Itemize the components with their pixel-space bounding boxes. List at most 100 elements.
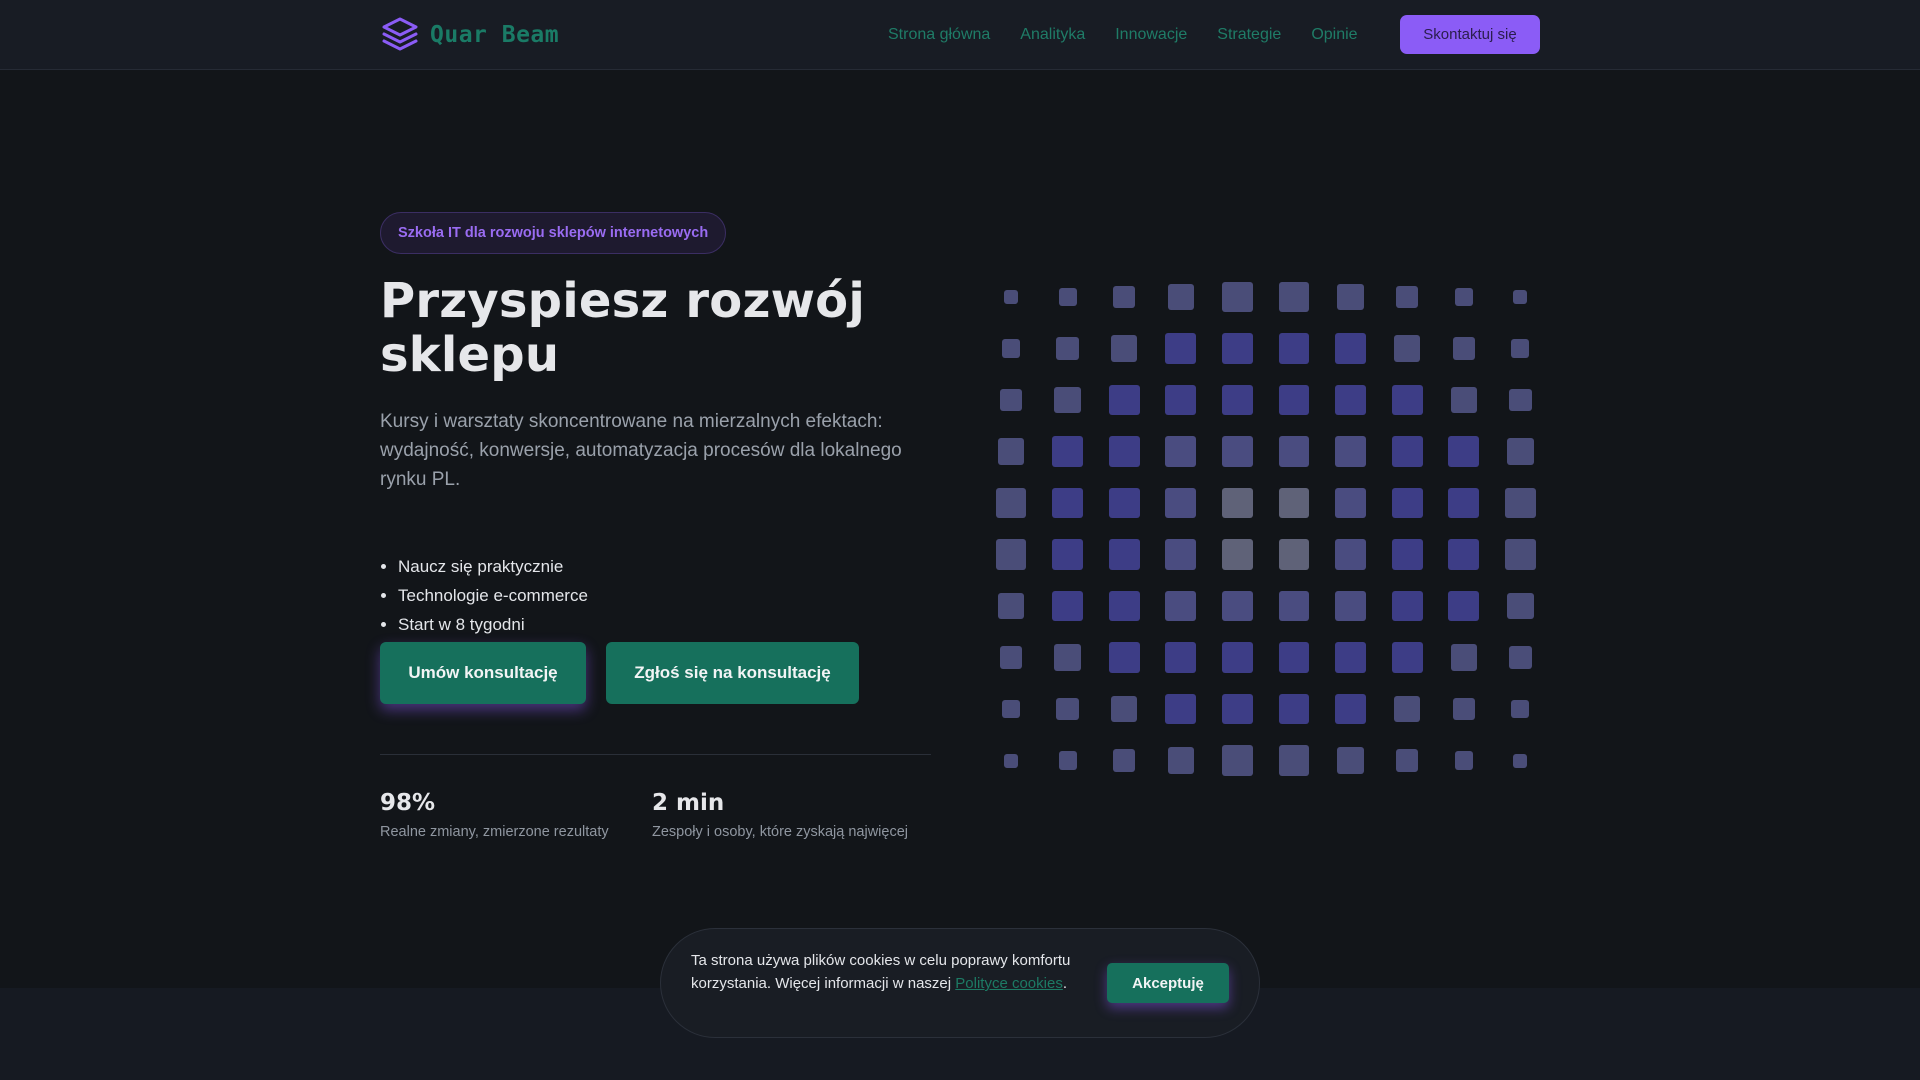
brand-logo[interactable]: Quar Beam <box>380 14 559 56</box>
site-header: Quar Beam Strona główna Analityka Innowa… <box>0 0 1920 70</box>
grid-square <box>1452 697 1475 721</box>
stats-divider <box>380 754 931 755</box>
stat-label: Zespoły i osoby, które zyskają najwięcej <box>652 824 909 840</box>
grid-square <box>1391 590 1423 622</box>
grid-square <box>1222 333 1253 364</box>
accept-cookies-button[interactable]: Akceptuję <box>1107 963 1229 1003</box>
grid-square <box>1452 337 1475 360</box>
grid-square <box>1278 487 1310 519</box>
grid-square <box>1167 747 1195 774</box>
grid-square <box>1222 590 1253 622</box>
grid-square <box>1052 539 1083 570</box>
grid-square <box>1335 642 1366 673</box>
grid-square <box>1511 339 1530 358</box>
hero-grid-visual <box>980 270 1560 790</box>
contact-button[interactable]: Skontaktuj się <box>1400 15 1540 54</box>
grid-square <box>1052 436 1083 467</box>
grid-square <box>1108 436 1140 467</box>
brand-name: Quar Beam <box>430 22 560 48</box>
grid-square <box>1335 590 1366 622</box>
grid-square <box>1054 386 1081 414</box>
grid-square <box>1278 693 1310 725</box>
grid-square <box>1391 642 1423 673</box>
grid-square <box>1335 693 1366 725</box>
stat-results: 98% Realne zmiany, zmierzone rezultaty <box>380 786 609 842</box>
book-consultation-button[interactable]: Umów konsultację <box>380 642 586 704</box>
grid-square <box>1278 333 1310 364</box>
nav-link-reviews[interactable]: Opinie <box>1311 26 1357 44</box>
cookie-policy-link[interactable]: Polityce cookies <box>955 975 1063 992</box>
grid-square <box>1108 539 1140 570</box>
nav-link-analytics[interactable]: Analityka <box>1020 26 1085 44</box>
stat-label: Realne zmiany, zmierzone rezultaty <box>380 824 609 840</box>
grid-square <box>1056 337 1079 360</box>
grid-square <box>1222 642 1253 673</box>
grid-square <box>1165 436 1197 467</box>
grid-square <box>1505 539 1536 570</box>
grid-square <box>1165 693 1197 725</box>
grid-square <box>1393 335 1421 362</box>
feature-list: Naucz się praktycznie Technologie e-comm… <box>380 552 588 639</box>
grid-square <box>1001 339 1021 358</box>
grid-square <box>1056 697 1079 721</box>
grid-square <box>1391 539 1423 570</box>
grid-square <box>997 438 1025 465</box>
grid-square <box>1278 281 1310 313</box>
grid-square <box>1108 384 1140 416</box>
grid-square <box>1448 590 1480 622</box>
grid-square <box>1108 590 1140 622</box>
grid-square <box>1391 487 1423 519</box>
grid-square <box>1391 436 1423 467</box>
grid-square <box>1513 753 1528 768</box>
feature-item: Naucz się praktycznie <box>398 552 588 581</box>
grid-square <box>1052 487 1083 519</box>
grid-square <box>1108 642 1140 673</box>
grid-square <box>1110 335 1138 362</box>
hero-badge: Szkoła IT dla rozwoju sklepów internetow… <box>380 212 727 254</box>
grid-square <box>1165 590 1197 622</box>
grid-square <box>1278 539 1310 570</box>
cookie-text: Ta strona używa plików cookies w celu po… <box>691 949 1093 995</box>
grid-square <box>1450 386 1478 414</box>
grid-square <box>1278 745 1310 776</box>
grid-square <box>1335 384 1366 416</box>
hero-title: Przyspiesz rozwój sklepu <box>380 273 865 383</box>
grid-square <box>1110 695 1138 723</box>
grid-square <box>1058 751 1077 770</box>
grid-square <box>1513 290 1528 304</box>
nav-link-strategies[interactable]: Strategie <box>1217 26 1281 44</box>
grid-square <box>1393 695 1421 723</box>
grid-square <box>1396 285 1419 309</box>
grid-square <box>1337 283 1364 311</box>
grid-square <box>1278 384 1310 416</box>
grid-square <box>1165 487 1197 519</box>
grid-square <box>1054 644 1081 671</box>
grid-square <box>1165 642 1197 673</box>
page: Quar Beam Strona główna Analityka Innowa… <box>0 0 1920 1080</box>
grid-square <box>1222 281 1253 313</box>
grid-square <box>999 388 1023 412</box>
grid-square <box>1278 436 1310 467</box>
grid-square <box>995 487 1027 519</box>
grid-square <box>1167 283 1195 311</box>
grid-square <box>1448 539 1480 570</box>
grid-square <box>1222 436 1253 467</box>
grid-square <box>1335 487 1366 519</box>
nav-link-innovations[interactable]: Innowacje <box>1115 26 1187 44</box>
cookie-message-end: . <box>1062 975 1067 992</box>
feature-item: Technologie e-commerce <box>398 581 588 610</box>
grid-square <box>995 539 1027 570</box>
nav-link-home[interactable]: Strona główna <box>888 26 990 44</box>
apply-consultation-button[interactable]: Zgłoś się na konsultację <box>606 642 859 704</box>
grid-square <box>1222 539 1253 570</box>
cookie-banner: Ta strona używa plików cookies w celu po… <box>660 928 1260 1038</box>
grid-square <box>997 592 1025 620</box>
grid-square <box>1222 384 1253 416</box>
grid-square <box>1278 590 1310 622</box>
grid-square <box>1165 539 1197 570</box>
grid-square <box>1113 285 1136 309</box>
grid-square <box>1335 436 1366 467</box>
grid-square <box>999 646 1023 669</box>
grid-square <box>1507 438 1534 465</box>
grid-square <box>1222 487 1253 519</box>
